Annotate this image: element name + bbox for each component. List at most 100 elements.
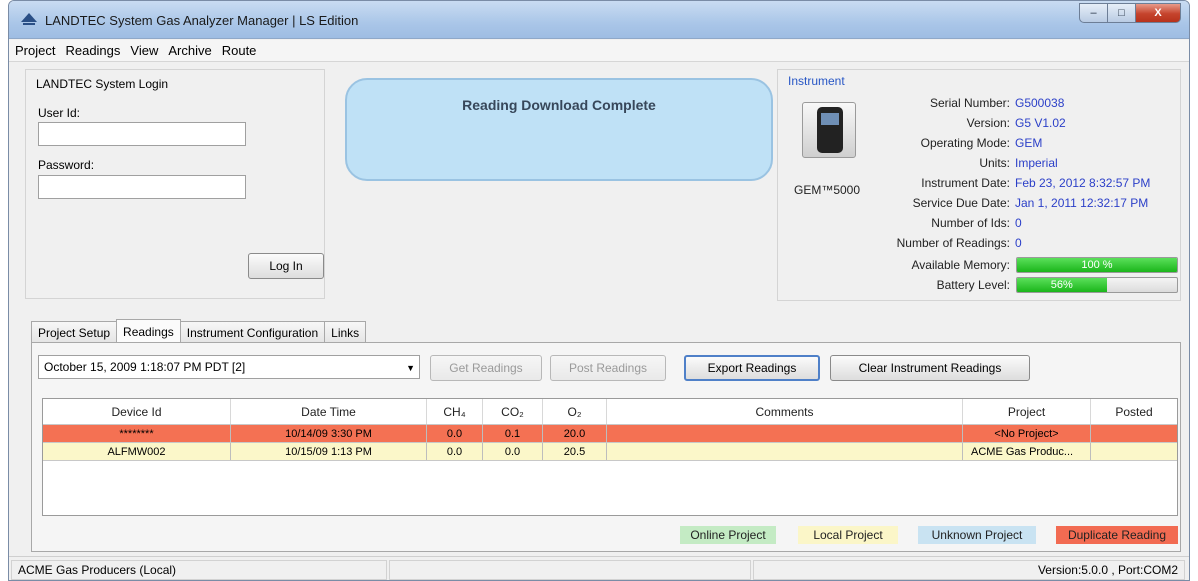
status-project: ACME Gas Producers (Local) bbox=[11, 560, 387, 580]
legend-unknown-project: Unknown Project bbox=[918, 526, 1036, 544]
cell-posted bbox=[1091, 425, 1177, 442]
login-panel-title: LANDTEC System Login bbox=[36, 77, 169, 91]
service-due-date-row: Service Due Date: Jan 1, 2011 12:32:17 PM bbox=[778, 194, 1182, 212]
landtec-logo-icon bbox=[21, 13, 37, 25]
tab-instrument-configuration[interactable]: Instrument Configuration bbox=[179, 321, 326, 343]
cell-ch4: 0.0 bbox=[427, 443, 483, 460]
version-label: Version: bbox=[966, 116, 1010, 130]
main-window: LANDTEC System Gas Analyzer Manager | LS… bbox=[8, 0, 1190, 581]
legend-local-project: Local Project bbox=[798, 526, 898, 544]
number-of-readings-value: 0 bbox=[1015, 236, 1022, 250]
units-value: Imperial bbox=[1015, 156, 1058, 170]
column-comments[interactable]: Comments bbox=[607, 399, 963, 424]
window-title: LANDTEC System Gas Analyzer Manager | LS… bbox=[45, 13, 359, 28]
column-device-id[interactable]: Device Id bbox=[43, 399, 231, 424]
menu-view[interactable]: View bbox=[130, 43, 158, 58]
window-controls: – □ X bbox=[1079, 3, 1181, 23]
operating-mode-row: Operating Mode: GEM bbox=[778, 134, 1182, 152]
clear-instrument-readings-button[interactable]: Clear Instrument Readings bbox=[830, 355, 1030, 381]
cell-datetime: 10/15/09 1:13 PM bbox=[231, 443, 427, 460]
table-row[interactable]: ALFMW002 10/15/09 1:13 PM 0.0 0.0 20.5 ACME G… bbox=[43, 443, 1177, 461]
cell-comments bbox=[607, 425, 963, 442]
instrument-panel-title: Instrument bbox=[788, 74, 845, 88]
close-button[interactable]: X bbox=[1135, 3, 1181, 23]
password-input[interactable] bbox=[38, 175, 246, 199]
column-date-time[interactable]: Date Time bbox=[231, 399, 427, 424]
legend-duplicate-reading: Duplicate Reading bbox=[1056, 526, 1178, 544]
service-due-date-value: Jan 1, 2011 12:32:17 PM bbox=[1015, 196, 1149, 210]
version-row: Version: G5 V1.02 bbox=[778, 114, 1182, 132]
column-o2[interactable]: O₂ bbox=[543, 399, 607, 424]
serial-number-label: Serial Number: bbox=[929, 96, 1010, 110]
tab-readings[interactable]: Readings bbox=[116, 319, 181, 343]
number-of-ids-value: 0 bbox=[1015, 216, 1022, 230]
get-readings-button[interactable]: Get Readings bbox=[430, 355, 542, 381]
column-project[interactable]: Project bbox=[963, 399, 1091, 424]
cell-device: ******** bbox=[43, 425, 231, 442]
tab-project-setup[interactable]: Project Setup bbox=[31, 321, 118, 343]
status-empty-cell bbox=[389, 560, 751, 580]
menu-project[interactable]: Project bbox=[15, 43, 55, 58]
menu-route[interactable]: Route bbox=[222, 43, 257, 58]
login-panel: LANDTEC System Login User Id: Password: … bbox=[25, 69, 325, 299]
cell-o2: 20.5 bbox=[543, 443, 607, 460]
cell-datetime: 10/14/09 3:30 PM bbox=[231, 425, 427, 442]
readings-table-header: Device Id Date Time CH₄ CO₂ O₂ Comments … bbox=[43, 399, 1177, 425]
status-message: Reading Download Complete bbox=[462, 97, 656, 113]
instrument-date-row: Instrument Date: Feb 23, 2012 8:32:57 PM bbox=[778, 174, 1182, 192]
serial-number-value: G500038 bbox=[1015, 96, 1065, 110]
table-row[interactable]: ******** 10/14/09 3:30 PM 0.0 0.1 20.0 <No Pr… bbox=[43, 425, 1177, 443]
maximize-button[interactable]: □ bbox=[1107, 3, 1135, 23]
available-memory-bar: 100 % bbox=[1016, 257, 1178, 273]
export-readings-button[interactable]: Export Readings bbox=[684, 355, 820, 381]
readings-tab-panel: October 15, 2009 1:18:07 PM PDT [2] ▼ Ge… bbox=[31, 342, 1181, 552]
units-row: Units: Imperial bbox=[778, 154, 1182, 172]
log-in-button[interactable]: Log In bbox=[248, 253, 324, 279]
available-memory-value: 100 % bbox=[1081, 259, 1113, 271]
column-ch4[interactable]: CH₄ bbox=[427, 399, 483, 424]
cell-device: ALFMW002 bbox=[43, 443, 231, 460]
chevron-down-icon: ▼ bbox=[406, 363, 415, 373]
user-id-input[interactable] bbox=[38, 122, 246, 146]
cell-project: <No Project> bbox=[963, 425, 1091, 442]
tab-links[interactable]: Links bbox=[324, 321, 367, 343]
instrument-panel: Instrument GEM™5000 Serial Number: G50003… bbox=[777, 69, 1181, 301]
user-id-label: User Id: bbox=[38, 106, 81, 120]
status-version-port: Version:5.0.0 , Port:COM2 bbox=[753, 560, 1185, 580]
battery-level-bar: 56% bbox=[1016, 277, 1178, 293]
status-message-panel: Reading Download Complete bbox=[345, 78, 773, 181]
cell-posted bbox=[1091, 443, 1177, 460]
reading-session-value: October 15, 2009 1:18:07 PM PDT [2] bbox=[44, 360, 246, 374]
number-of-ids-label: Number of Ids: bbox=[931, 216, 1010, 230]
available-memory-label: Available Memory: bbox=[911, 258, 1010, 272]
column-co2[interactable]: CO₂ bbox=[483, 399, 543, 424]
cell-project: ACME Gas Produc... bbox=[963, 443, 1091, 460]
readings-table: Device Id Date Time CH₄ CO₂ O₂ Comments … bbox=[42, 398, 1178, 516]
cell-o2: 20.0 bbox=[543, 425, 607, 442]
available-memory-row: Available Memory: 100 % bbox=[778, 256, 1182, 274]
service-due-date-label: Service Due Date: bbox=[912, 196, 1010, 210]
minimize-button[interactable]: – bbox=[1079, 3, 1107, 23]
number-of-readings-label: Number of Readings: bbox=[896, 236, 1010, 250]
battery-level-row: Battery Level: 56% bbox=[778, 276, 1182, 294]
title-bar[interactable]: LANDTEC System Gas Analyzer Manager | LS… bbox=[9, 1, 1189, 39]
serial-number-row: Serial Number: G500038 bbox=[778, 94, 1182, 112]
post-readings-button[interactable]: Post Readings bbox=[550, 355, 666, 381]
menu-readings[interactable]: Readings bbox=[65, 43, 120, 58]
units-label: Units: bbox=[979, 156, 1010, 170]
status-bar: ACME Gas Producers (Local) Version:5.0.0… bbox=[9, 556, 1189, 580]
instrument-date-label: Instrument Date: bbox=[921, 176, 1010, 190]
column-posted[interactable]: Posted bbox=[1091, 399, 1177, 424]
menu-bar: Project Readings View Archive Route bbox=[9, 40, 1189, 62]
cell-co2: 0.0 bbox=[483, 443, 543, 460]
cell-ch4: 0.0 bbox=[427, 425, 483, 442]
password-label: Password: bbox=[38, 158, 95, 172]
menu-archive[interactable]: Archive bbox=[168, 43, 211, 58]
instrument-date-value: Feb 23, 2012 8:32:57 PM bbox=[1015, 176, 1151, 190]
main-tabs: Project Setup Readings Instrument Config… bbox=[31, 319, 367, 343]
reading-session-select[interactable]: October 15, 2009 1:18:07 PM PDT [2] ▼ bbox=[38, 355, 420, 379]
battery-level-value: 56% bbox=[1050, 279, 1073, 291]
number-of-readings-row: Number of Readings: 0 bbox=[778, 234, 1182, 252]
legend-online-project: Online Project bbox=[680, 526, 776, 544]
number-of-ids-row: Number of Ids: 0 bbox=[778, 214, 1182, 232]
